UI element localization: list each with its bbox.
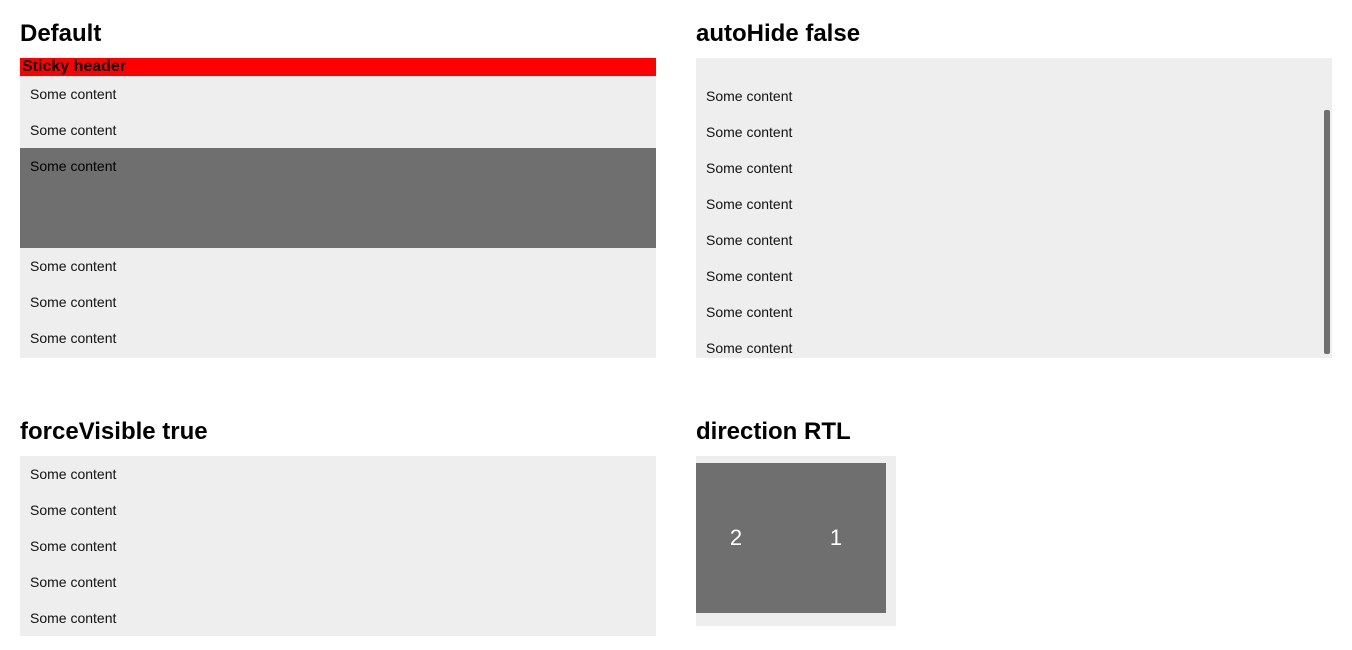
scrollbar-thumb[interactable]	[648, 188, 654, 234]
section-rtl: direction RTL 1 2	[696, 418, 1332, 636]
scroll-container-default[interactable]: Sticky header Some content Some content …	[20, 58, 656, 358]
scroll-container-forcevisible[interactable]: Some content Some content Some content S…	[20, 456, 656, 636]
scroll-container-rtl[interactable]: 1 2	[696, 456, 896, 626]
list-item: Some content	[696, 186, 1332, 222]
scrollbar-thumb[interactable]	[1324, 110, 1330, 354]
section-default: Default Sticky header Some content Some …	[20, 20, 656, 358]
list-item: Some content	[20, 76, 656, 112]
rtl-inner: 1 2	[696, 463, 886, 613]
big-box-item: Some content	[20, 148, 656, 248]
list-item-label: Some content	[30, 158, 116, 174]
section-title-forcevisible: forceVisible true	[20, 418, 656, 446]
list-item: Some content	[696, 78, 1332, 114]
list-item: Some content	[696, 330, 1332, 358]
section-title-default: Default	[20, 20, 656, 48]
scroll-container-autohide[interactable]: Some content Some content Some content S…	[696, 58, 1332, 358]
list-item: Some content	[20, 284, 656, 320]
list-item: Some content	[696, 258, 1332, 294]
list-item: Some content	[696, 114, 1332, 150]
list-item: Some content	[696, 294, 1332, 330]
list-item: Some content	[20, 492, 656, 528]
section-title-autohide: autoHide false	[696, 20, 1332, 48]
list-item: Some content	[20, 112, 656, 148]
list-item: Some content	[696, 150, 1332, 186]
sticky-header: Sticky header	[20, 58, 656, 76]
section-forcevisible: forceVisible true Some content Some cont…	[20, 418, 656, 636]
list-item: Some content	[20, 564, 656, 600]
list-item: Some content	[20, 456, 656, 492]
section-title-rtl: direction RTL	[696, 418, 1332, 446]
list-item: Some content	[696, 222, 1332, 258]
list-item: Some content	[20, 600, 656, 636]
list-item: Some content	[20, 248, 656, 284]
rtl-cell-2: 2	[696, 463, 786, 613]
rtl-cell-1: 1	[786, 463, 886, 613]
section-autohide: autoHide false Some content Some content…	[696, 20, 1332, 358]
list-item: Some content	[20, 320, 656, 356]
list-item: Some content	[20, 528, 656, 564]
